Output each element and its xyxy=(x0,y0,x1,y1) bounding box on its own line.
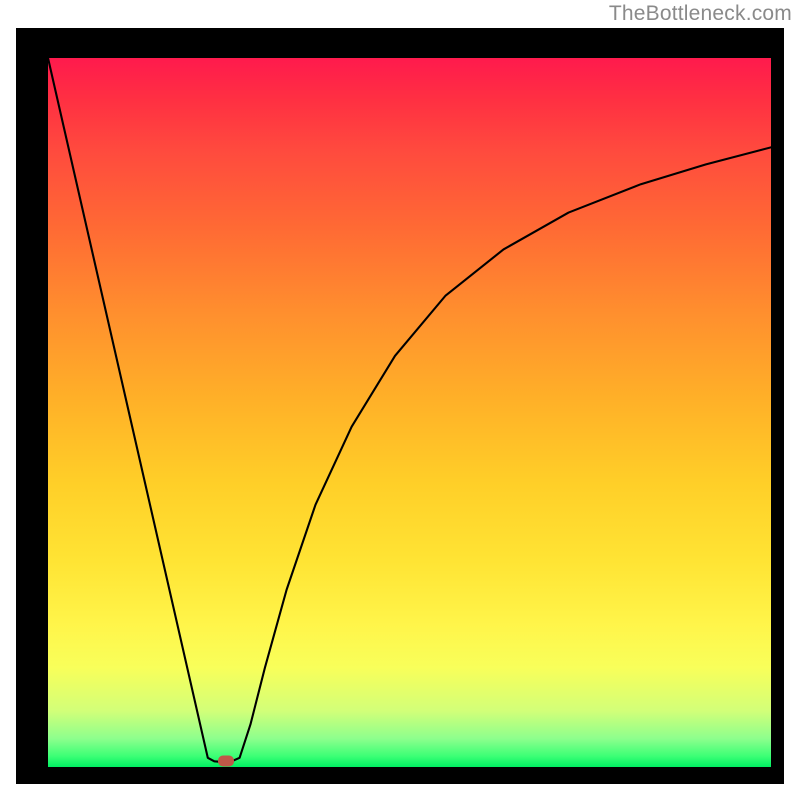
bottleneck-curve xyxy=(48,58,771,762)
minimum-marker xyxy=(218,755,234,766)
chart-frame xyxy=(16,28,784,784)
plot-area xyxy=(48,58,771,767)
curve-svg xyxy=(48,58,771,767)
watermark-text: TheBottleneck.com xyxy=(609,2,792,26)
